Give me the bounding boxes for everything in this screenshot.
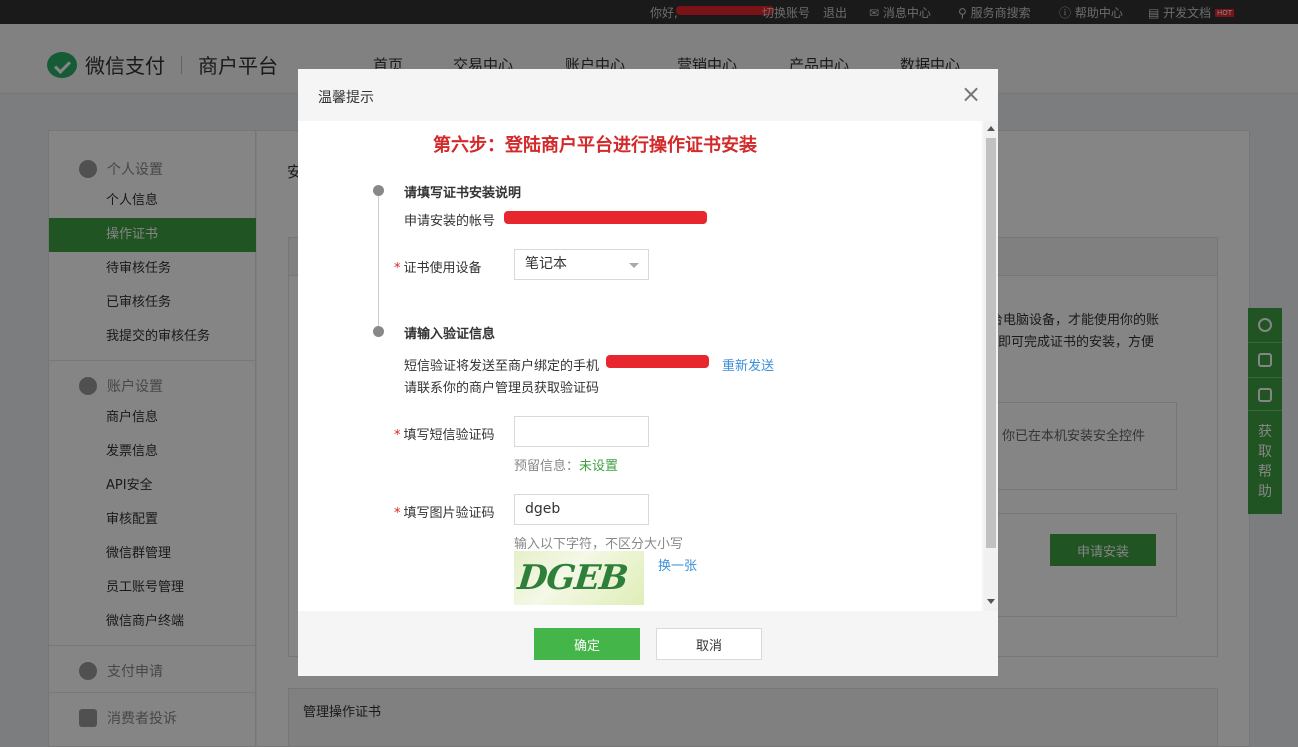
dialog-scrollbar[interactable] <box>984 121 998 611</box>
section-verification: 请输入验证信息 <box>404 327 496 342</box>
reserved-info-label: 预留信息： <box>514 459 580 474</box>
chevron-down-icon <box>629 263 639 268</box>
refresh-captcha-link[interactable]: 换一张 <box>658 555 697 574</box>
cert-install-dialog: 温馨提示 × 第六步：登陆商户平台进行操作证书安装 请填写证书安装说明 申请安装… <box>298 69 998 676</box>
dialog-footer: 确定 取消 <box>298 611 998 676</box>
captcha-hint: 输入以下字符，不区分大小写 <box>514 537 684 552</box>
redacted-phone <box>606 355 709 368</box>
cancel-button[interactable]: 取消 <box>656 628 762 660</box>
device-label-text: 证书使用设备 <box>403 261 482 276</box>
resend-link[interactable]: 重新发送 <box>722 355 774 374</box>
reserved-info: 预留信息：未设置 <box>514 455 618 474</box>
dialog-header: 温馨提示 × <box>298 69 998 121</box>
timeline-dot <box>373 326 384 337</box>
device-select[interactable]: 笔记本 <box>514 249 649 280</box>
captcha-image: DGEB <box>514 551 644 605</box>
captcha-label: * 填写图片验证码 <box>394 502 495 521</box>
sms-code-label-text: 填写短信验证码 <box>403 428 495 443</box>
sms-notice: 短信验证将发送至商户绑定的手机 <box>404 359 600 374</box>
required-mark: * <box>394 506 401 521</box>
dialog-body: 第六步：登陆商户平台进行操作证书安装 请填写证书安装说明 申请安装的帐号 * 证书… <box>298 121 982 611</box>
device-label: * 证书使用设备 <box>394 257 482 276</box>
device-select-value: 笔记本 <box>525 256 567 272</box>
captcha-input[interactable]: dgeb <box>514 494 649 525</box>
required-mark: * <box>394 428 401 443</box>
required-mark: * <box>394 261 401 276</box>
reserved-info-value: 未设置 <box>579 459 619 474</box>
captcha-label-text: 填写图片验证码 <box>403 506 495 521</box>
section-cert-install-info: 请填写证书安装说明 <box>404 186 522 201</box>
timeline-line <box>378 191 379 331</box>
scroll-up-icon[interactable] <box>987 126 995 131</box>
captcha-image-text: DGEB <box>515 558 630 598</box>
redacted-account <box>504 211 707 224</box>
confirm-button[interactable]: 确定 <box>534 628 640 660</box>
contact-admin-text: 请联系你的商户管理员获取验证码 <box>404 381 600 396</box>
account-label: 申请安装的帐号 <box>404 214 496 229</box>
scroll-down-icon[interactable] <box>987 599 995 604</box>
sms-code-input[interactable] <box>514 416 649 447</box>
step-six-annotation: 第六步：登陆商户平台进行操作证书安装 <box>433 135 757 156</box>
close-icon[interactable]: × <box>960 82 982 106</box>
sms-code-label: * 填写短信验证码 <box>394 424 495 443</box>
dialog-title: 温馨提示 <box>318 90 374 106</box>
scrollbar-thumb[interactable] <box>986 138 996 548</box>
timeline-dot <box>373 185 384 196</box>
